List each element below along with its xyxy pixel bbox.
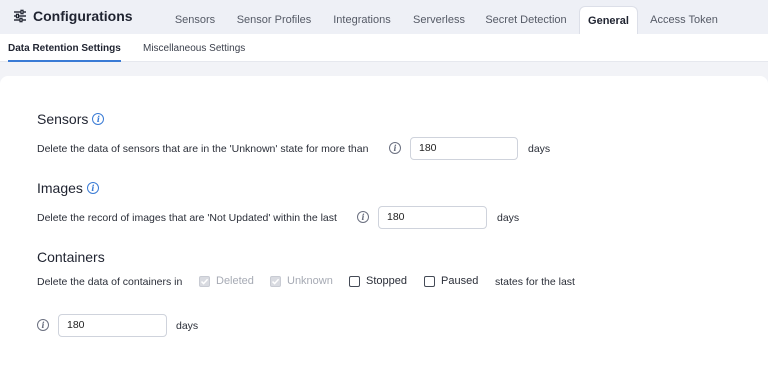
checkbox-box[interactable] xyxy=(270,275,281,287)
sensors-title-text: Sensors xyxy=(37,111,89,127)
tab-serverless[interactable]: Serverless xyxy=(407,6,471,34)
info-icon[interactable]: i xyxy=(86,182,99,194)
settings-panel: Sensors i Delete the data of sensors tha… xyxy=(0,76,768,379)
checkbox-label: Deleted xyxy=(216,275,254,287)
subtab-miscellaneous-settings[interactable]: Miscellaneous Settings xyxy=(143,34,245,62)
containers-title-text: Containers xyxy=(37,249,105,265)
images-days-input[interactable]: 180 xyxy=(378,206,487,229)
checkbox-deleted[interactable]: Deleted xyxy=(199,275,254,287)
info-icon[interactable]: i xyxy=(357,211,369,223)
checkbox-box[interactable] xyxy=(199,275,210,287)
tab-access-token[interactable]: Access Token xyxy=(643,6,725,34)
checkbox-label: Unknown xyxy=(287,275,333,287)
containers-suffix: states for the last xyxy=(495,276,575,288)
images-section-title: Images i xyxy=(37,180,99,196)
sensors-description: Delete the data of sensors that are in t… xyxy=(37,143,369,155)
tab-sensor-profiles[interactable]: Sensor Profiles xyxy=(232,6,316,34)
containers-section-title: Containers xyxy=(37,249,105,265)
tab-secret-detection[interactable]: Secret Detection xyxy=(480,6,572,34)
sensors-days-unit: days xyxy=(528,143,551,155)
containers-days-unit: days xyxy=(176,320,199,332)
sub-tab-bar: Data Retention Settings Miscellaneous Se… xyxy=(0,34,768,62)
sensors-section-title: Sensors i xyxy=(37,111,105,127)
checkbox-label: Stopped xyxy=(366,275,407,287)
containers-description: Delete the data of containers in xyxy=(37,276,183,288)
checkbox-label: Paused xyxy=(441,275,479,287)
checkbox-box[interactable] xyxy=(349,275,360,287)
containers-days-input[interactable]: 180 xyxy=(58,314,167,337)
info-icon[interactable]: i xyxy=(92,113,105,125)
images-title-text: Images xyxy=(37,180,83,196)
images-days-unit: days xyxy=(497,212,520,224)
sensors-days-input[interactable]: 180 xyxy=(410,137,518,160)
main-tabs: Sensors Sensor Profiles Integrations Ser… xyxy=(0,0,768,34)
info-icon[interactable]: i xyxy=(37,319,49,331)
tab-sensors[interactable]: Sensors xyxy=(165,6,225,34)
subtab-data-retention-settings[interactable]: Data Retention Settings xyxy=(8,34,121,62)
spacer xyxy=(0,62,768,76)
tab-general[interactable]: General xyxy=(579,6,638,34)
checkbox-box[interactable] xyxy=(424,275,435,287)
tab-integrations[interactable]: Integrations xyxy=(326,6,398,34)
top-bar: Configurations Sensors Sensor Profiles I… xyxy=(0,0,768,34)
checkbox-paused[interactable]: Paused xyxy=(424,275,478,287)
checkbox-unknown[interactable]: Unknown xyxy=(270,275,333,287)
images-description: Delete the record of images that are 'No… xyxy=(37,212,337,224)
checkbox-stopped[interactable]: Stopped xyxy=(349,275,407,287)
info-icon[interactable]: i xyxy=(389,142,401,154)
